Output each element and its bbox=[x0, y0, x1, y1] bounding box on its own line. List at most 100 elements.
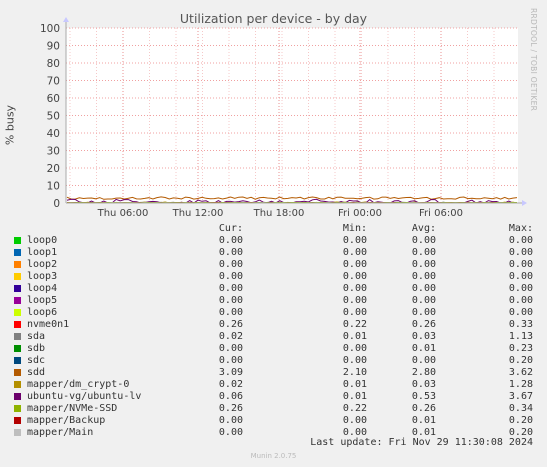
legend-header-avg: Avg: bbox=[411, 223, 436, 234]
legend-series-name: ubuntu-vg/ubuntu-lv bbox=[27, 391, 142, 402]
plot-area: 0 10 20 30 40 50 60 70 80 90 100 Thu 06:00 Thu 12:00… bbox=[40, 17, 527, 219]
legend-swatch bbox=[14, 285, 21, 292]
legend-row: loop2 0.00 0.00 0.00 0.00 bbox=[0, 259, 547, 271]
legend-row: sdb 0.00 0.00 0.01 0.23 bbox=[0, 343, 547, 355]
legend-swatch bbox=[14, 357, 21, 364]
legend-swatch bbox=[14, 405, 21, 412]
x-tick-label: Fri 00:00 bbox=[338, 208, 382, 219]
legend-avg-value: 0.00 bbox=[411, 355, 436, 366]
legend-cur-value: 3.09 bbox=[218, 367, 243, 378]
legend-cur-value: 0.00 bbox=[218, 283, 243, 294]
legend-swatch bbox=[14, 429, 21, 436]
legend-min-value: 0.00 bbox=[342, 259, 367, 270]
legend-swatch bbox=[14, 417, 21, 424]
legend-avg-value: 0.00 bbox=[411, 271, 436, 282]
legend-min-value: 2.10 bbox=[342, 367, 367, 378]
legend-row: ubuntu-vg/ubuntu-lv 0.06 0.01 0.53 3.67 bbox=[0, 391, 547, 403]
legend-max-value: 0.00 bbox=[508, 307, 533, 318]
legend-row: nvme0n1 0.26 0.22 0.26 0.33 bbox=[0, 319, 547, 331]
legend-cur-value: 0.00 bbox=[218, 415, 243, 426]
legend-cur-value: 0.00 bbox=[218, 271, 243, 282]
legend-min-value: 0.22 bbox=[342, 319, 367, 330]
legend-max-value: 3.67 bbox=[508, 391, 533, 402]
x-tick-label: Thu 18:00 bbox=[253, 208, 305, 219]
legend-series-name: sdd bbox=[27, 367, 46, 378]
legend-avg-value: 0.03 bbox=[411, 379, 436, 390]
legend-header: Cur: Min: Avg: Max: bbox=[0, 223, 547, 235]
legend-row: mapper/Backup 0.00 0.00 0.01 0.20 bbox=[0, 415, 547, 427]
legend-cur-value: 0.00 bbox=[218, 343, 243, 354]
x-tick-label: Thu 06:00 bbox=[97, 208, 149, 219]
y-tick-label: 70 bbox=[47, 76, 60, 88]
legend-series-name: mapper/Main bbox=[27, 427, 94, 438]
legend-cur-value: 0.00 bbox=[218, 427, 243, 438]
legend-row: sda 0.02 0.01 0.03 1.13 bbox=[0, 331, 547, 343]
legend-cur-value: 0.00 bbox=[218, 295, 243, 306]
y-tick-label: 30 bbox=[47, 146, 60, 158]
legend-min-value: 0.00 bbox=[342, 307, 367, 318]
y-tick-label: 10 bbox=[47, 181, 60, 193]
legend-series-name: mapper/NVMe-SSD bbox=[27, 403, 118, 414]
legend-swatch bbox=[14, 393, 21, 400]
legend-row: loop1 0.00 0.00 0.00 0.00 bbox=[0, 247, 547, 259]
legend-min-value: 0.01 bbox=[342, 379, 367, 390]
legend-avg-value: 0.01 bbox=[411, 343, 436, 354]
legend-cur-value: 0.00 bbox=[218, 247, 243, 258]
x-axis-arrow bbox=[522, 200, 527, 206]
legend-cur-value: 0.00 bbox=[218, 355, 243, 366]
legend-avg-value: 0.00 bbox=[411, 247, 436, 258]
legend-row: mapper/dm_crypt-0 0.02 0.01 0.03 1.28 bbox=[0, 379, 547, 391]
legend-min-value: 0.00 bbox=[342, 235, 367, 246]
y-axis-arrow bbox=[63, 17, 69, 22]
legend-series-name: mapper/dm_crypt-0 bbox=[27, 379, 130, 390]
legend-swatch bbox=[14, 381, 21, 388]
legend-avg-value: 0.03 bbox=[411, 331, 436, 342]
legend-min-value: 0.22 bbox=[342, 403, 367, 414]
legend-cur-value: 0.02 bbox=[218, 331, 243, 342]
legend-avg-value: 0.00 bbox=[411, 283, 436, 294]
legend-series-name: loop4 bbox=[27, 283, 58, 294]
legend-max-value: 0.00 bbox=[508, 259, 533, 270]
legend-series-name: loop0 bbox=[27, 235, 58, 246]
legend-min-value: 0.00 bbox=[342, 283, 367, 294]
y-tick-label: 60 bbox=[47, 93, 60, 105]
legend-series-name: sda bbox=[27, 331, 46, 342]
legend-max-value: 0.20 bbox=[508, 415, 533, 426]
legend-header-cur: Cur: bbox=[218, 223, 243, 234]
legend-min-value: 0.01 bbox=[342, 391, 367, 402]
legend-max-value: 0.34 bbox=[508, 403, 533, 414]
legend-avg-value: 0.00 bbox=[411, 295, 436, 306]
legend-swatch bbox=[14, 249, 21, 256]
legend-swatch bbox=[14, 309, 21, 316]
legend-min-value: 0.00 bbox=[342, 247, 367, 258]
legend-series-name: loop6 bbox=[27, 307, 58, 318]
legend-max-value: 0.00 bbox=[508, 271, 533, 282]
legend-max-value: 0.33 bbox=[508, 319, 533, 330]
legend-min-value: 0.00 bbox=[342, 295, 367, 306]
legend-series-name: loop1 bbox=[27, 247, 58, 258]
legend-max-value: 0.00 bbox=[508, 235, 533, 246]
y-tick-label: 40 bbox=[47, 128, 60, 140]
legend-series-name: loop5 bbox=[27, 295, 58, 306]
legend-max-value: 0.00 bbox=[508, 295, 533, 306]
legend-series-name: nvme0n1 bbox=[27, 319, 70, 330]
legend-swatch bbox=[14, 237, 21, 244]
legend-series-name: mapper/Backup bbox=[27, 415, 106, 426]
legend-avg-value: 0.00 bbox=[411, 307, 436, 318]
legend-row: sdc 0.00 0.00 0.00 0.20 bbox=[0, 355, 547, 367]
munin-version: Munin 2.0.75 bbox=[250, 452, 297, 460]
legend-row: loop0 0.00 0.00 0.00 0.00 bbox=[0, 235, 547, 247]
x-tick-label: Thu 12:00 bbox=[172, 208, 224, 219]
legend-swatch bbox=[14, 333, 21, 340]
last-update-text: Last update: Fri Nov 29 11:30:08 2024 bbox=[310, 437, 533, 448]
legend-header-max: Max: bbox=[508, 223, 533, 234]
legend-series-name: sdc bbox=[27, 355, 46, 366]
legend-avg-value: 0.00 bbox=[411, 259, 436, 270]
legend-max-value: 1.28 bbox=[508, 379, 533, 390]
legend-cur-value: 0.00 bbox=[218, 307, 243, 318]
legend-avg-value: 0.26 bbox=[411, 403, 436, 414]
y-tick-label: 20 bbox=[47, 163, 60, 175]
legend-max-value: 0.00 bbox=[508, 247, 533, 258]
legend-series-name: loop2 bbox=[27, 259, 58, 270]
y-tick-label: 100 bbox=[40, 23, 60, 35]
